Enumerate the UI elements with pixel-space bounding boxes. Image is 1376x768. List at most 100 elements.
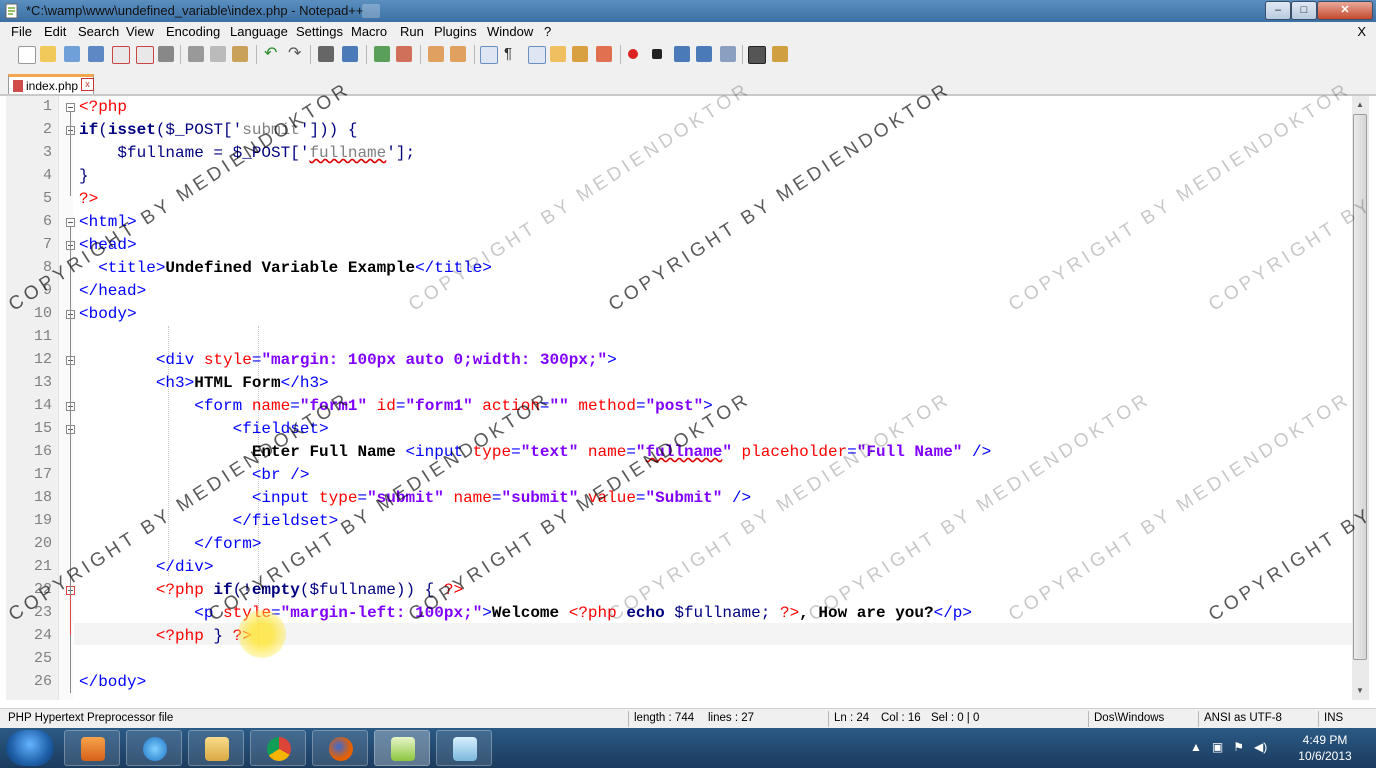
code-line-26: </body>: [79, 673, 147, 691]
function-list-icon[interactable]: [596, 46, 612, 62]
find-icon[interactable]: [318, 46, 334, 62]
taskbar-media-player[interactable]: [64, 730, 120, 766]
menu-settings[interactable]: Settings: [296, 24, 343, 39]
menu-macro[interactable]: Macro: [351, 24, 387, 39]
sync-horizontal-icon[interactable]: [450, 46, 466, 62]
play-multiple-macro-icon[interactable]: [696, 46, 712, 62]
scroll-up-icon[interactable]: ▲: [1356, 100, 1364, 109]
line-number: 25: [33, 650, 52, 667]
taskbar-firefox[interactable]: [312, 730, 368, 766]
line-number: 21: [33, 558, 52, 575]
network-icon[interactable]: ▣: [1212, 740, 1223, 754]
clock-time: 4:49 PM: [1302, 733, 1348, 747]
status-separator: [1318, 711, 1319, 727]
taskbar-file-explorer[interactable]: [188, 730, 244, 766]
open-file-icon[interactable]: [40, 46, 56, 62]
copy-icon[interactable]: [210, 46, 226, 62]
window-title: *C:\wamp\www\undefined_variable\index.ph…: [26, 3, 364, 18]
show-hidden-icons-icon[interactable]: ▲: [1190, 740, 1202, 754]
system-tray[interactable]: ▲ ▣ ⚑ ◀): [1190, 740, 1267, 754]
menu-language[interactable]: Language: [230, 24, 288, 39]
line-number: 7: [42, 236, 52, 253]
plugin-icon[interactable]: [772, 46, 788, 62]
cut-icon[interactable]: [188, 46, 204, 62]
tab-index-php[interactable]: index.php x: [8, 74, 94, 94]
line-number: 13: [33, 374, 52, 391]
taskbar-notepad[interactable]: [436, 730, 492, 766]
zoom-in-icon[interactable]: [374, 46, 390, 62]
menu-file[interactable]: File: [11, 24, 32, 39]
vertical-scrollbar[interactable]: ▲ ▼: [1352, 96, 1369, 700]
tab-close-icon[interactable]: x: [81, 78, 94, 91]
minimize-button[interactable]: –: [1265, 1, 1291, 20]
new-file-icon[interactable]: [18, 46, 36, 64]
menu-window[interactable]: Window: [487, 24, 533, 39]
code-line-4: }: [79, 167, 89, 185]
toolbar-separator: [620, 45, 621, 64]
notepadpp-icon: [391, 737, 415, 761]
save-icon[interactable]: [64, 46, 80, 62]
title-bar: *C:\wamp\www\undefined_variable\index.ph…: [0, 0, 1376, 22]
ds-plugin-icon[interactable]: [748, 46, 766, 64]
code-line-13: <h3>HTML Form</h3>: [79, 374, 329, 392]
taskbar-chrome[interactable]: [250, 730, 306, 766]
start-button[interactable]: [6, 730, 54, 766]
zoom-out-icon[interactable]: [396, 46, 412, 62]
menu-view[interactable]: View: [126, 24, 154, 39]
status-ln: Ln : 24: [834, 712, 870, 724]
volume-icon[interactable]: ◀): [1254, 740, 1267, 754]
line-number: 19: [33, 512, 52, 529]
word-wrap-icon[interactable]: [480, 46, 498, 64]
line-number: 14: [33, 397, 52, 414]
close-file-icon[interactable]: [112, 46, 130, 64]
status-length: length : 744: [634, 712, 695, 724]
line-number: 1: [42, 98, 52, 115]
fold-toggle-icon[interactable]: [66, 218, 75, 227]
toolbar: ↶ ↷ ¶: [0, 42, 1376, 69]
menu-search[interactable]: Search: [78, 24, 119, 39]
stop-macro-icon[interactable]: [652, 49, 662, 59]
show-all-chars-icon[interactable]: ¶: [504, 46, 520, 62]
scroll-down-icon[interactable]: ▼: [1356, 686, 1364, 695]
menu-help[interactable]: ?: [544, 24, 551, 39]
menu-bar: File Edit Search View Encoding Language …: [0, 22, 1376, 42]
toolbar-separator: [742, 45, 743, 64]
doc-map-icon[interactable]: [572, 46, 588, 62]
menu-encoding[interactable]: Encoding: [166, 24, 220, 39]
flag-icon[interactable]: ⚑: [1233, 740, 1244, 754]
sync-vertical-icon[interactable]: [428, 46, 444, 62]
fold-toggle-icon[interactable]: [66, 103, 75, 112]
close-all-icon[interactable]: [136, 46, 154, 64]
save-all-icon[interactable]: [88, 46, 104, 62]
taskbar-notepad-plus-plus[interactable]: [374, 730, 430, 766]
record-macro-icon[interactable]: [628, 49, 638, 59]
code-line-19: </fieldset>: [79, 512, 339, 530]
tab-bar: index.php x: [0, 68, 1376, 96]
taskbar-internet-explorer[interactable]: [126, 730, 182, 766]
replace-icon[interactable]: [342, 46, 358, 62]
print-icon[interactable]: [158, 46, 174, 62]
menu-run[interactable]: Run: [400, 24, 424, 39]
code-line-1: <?php: [79, 98, 128, 116]
clock[interactable]: 4:49 PM 10/6/2013: [1290, 732, 1360, 764]
paste-icon[interactable]: [232, 46, 248, 62]
toolbar-separator: [474, 45, 475, 64]
play-macro-icon[interactable]: [674, 46, 690, 62]
indent-guide-icon[interactable]: [528, 46, 546, 64]
menu-plugins[interactable]: Plugins: [434, 24, 477, 39]
menu-edit[interactable]: Edit: [44, 24, 66, 39]
save-macro-icon[interactable]: [720, 46, 736, 62]
close-button[interactable]: ✕: [1317, 1, 1373, 20]
undo-icon[interactable]: ↶: [264, 46, 280, 62]
status-separator: [1198, 711, 1199, 727]
user-language-icon[interactable]: [550, 46, 566, 62]
status-lines: lines : 27: [708, 712, 755, 724]
redo-icon[interactable]: ↷: [288, 46, 304, 62]
close-document-button[interactable]: X: [1357, 24, 1366, 39]
code-line-9: </head>: [79, 282, 147, 300]
toolbar-separator: [366, 45, 367, 64]
code-line-8: <title>Undefined Variable Example</title…: [79, 259, 492, 277]
mouse-cursor-highlight: [238, 610, 286, 658]
maximize-button[interactable]: □: [1291, 1, 1317, 20]
unsaved-file-icon: [13, 80, 23, 92]
